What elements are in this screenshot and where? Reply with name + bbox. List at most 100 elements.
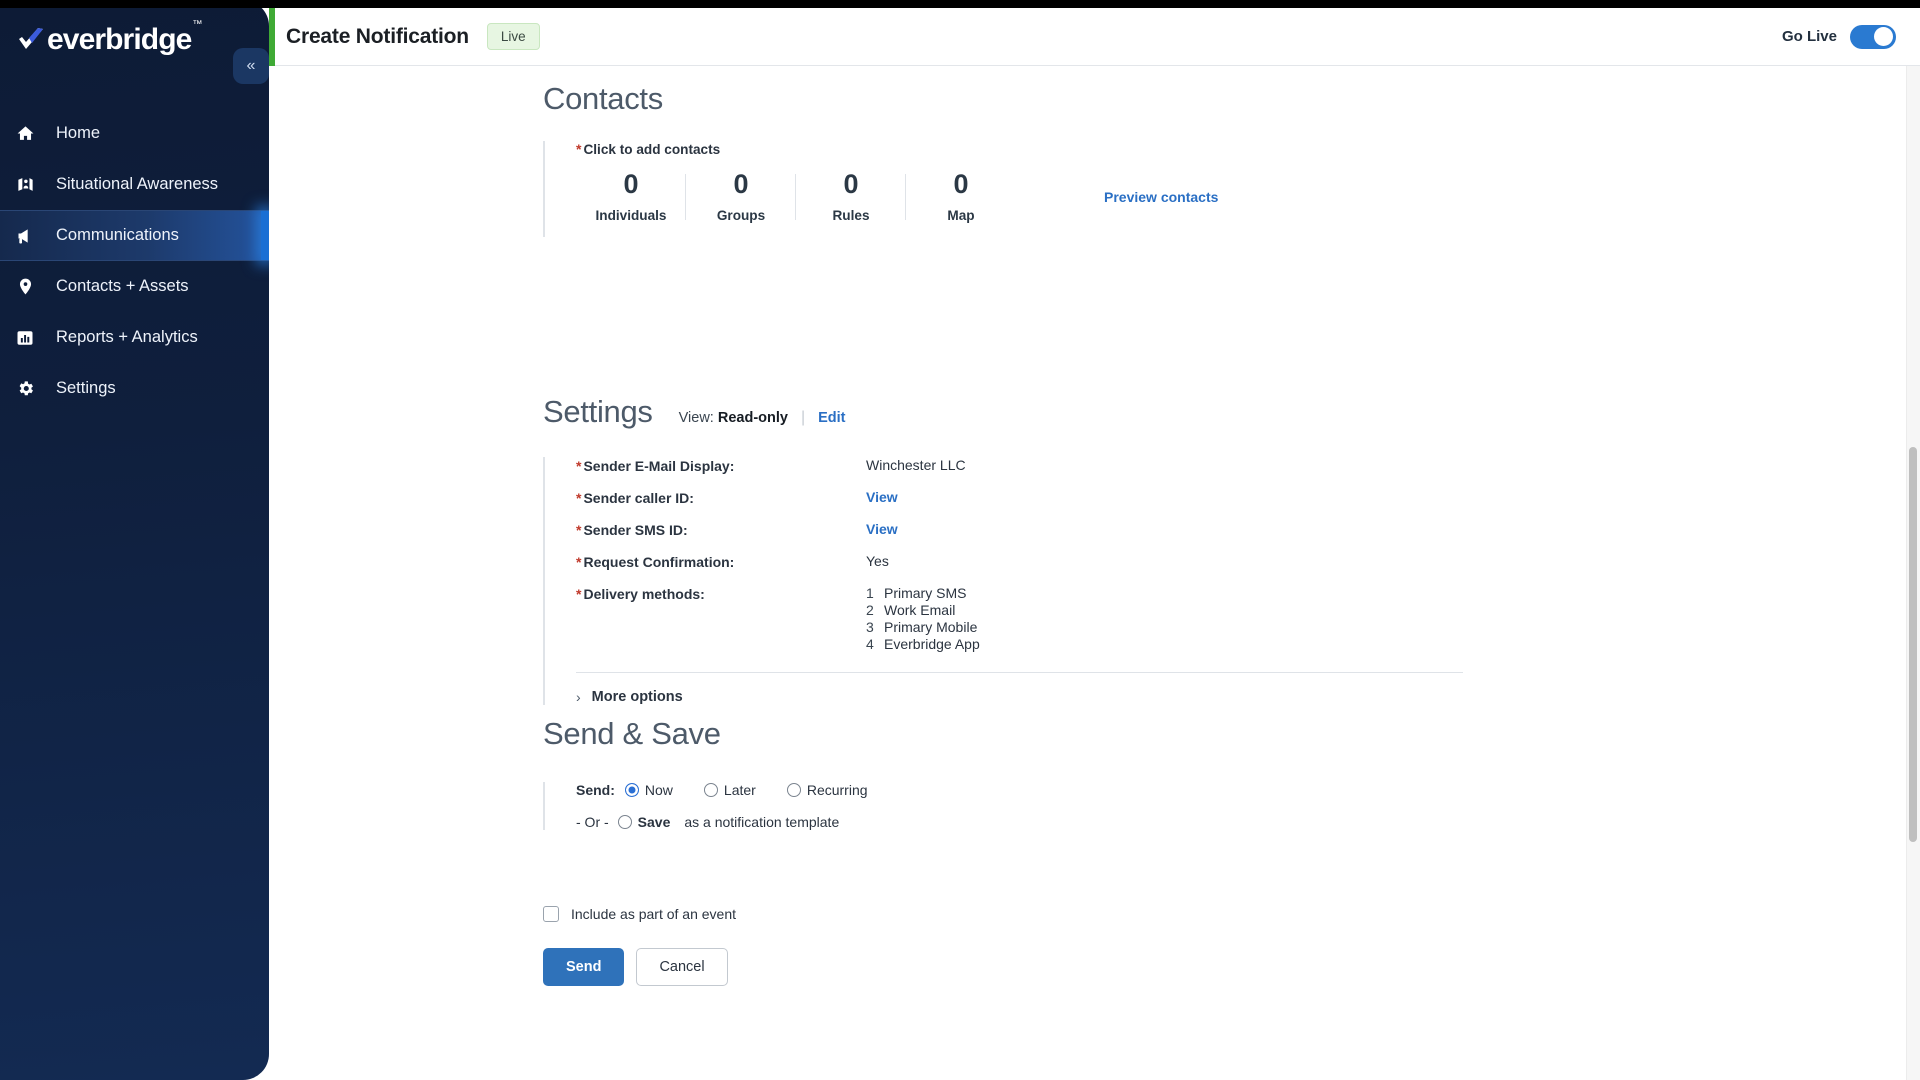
save-template-row: - Or - Save as a notification template xyxy=(576,814,1663,830)
include-event-checkbox[interactable] xyxy=(543,906,559,922)
required-asterisk: * xyxy=(576,141,582,157)
setting-value-view-link[interactable]: View xyxy=(866,521,898,537)
send-option-later[interactable]: Later xyxy=(703,782,756,798)
sidebar-nav: Home Situational Awareness Communication… xyxy=(0,108,269,414)
send-prefix-label: Send: xyxy=(576,782,615,798)
save-template-label: Save xyxy=(637,814,671,830)
setting-label: * Sender caller ID: xyxy=(576,489,866,506)
settings-header-row: Settings View: Read-only | Edit xyxy=(543,394,1663,430)
required-asterisk: * xyxy=(576,458,582,474)
header-right-controls: Go Live xyxy=(1781,24,1896,49)
gear-icon xyxy=(16,379,46,398)
setting-label-text: Sender SMS ID: xyxy=(583,522,688,538)
count-rules[interactable]: 0 Rules xyxy=(796,169,906,223)
sidebar-item-home[interactable]: Home xyxy=(0,108,269,159)
sidebar-item-settings[interactable]: Settings xyxy=(0,363,269,414)
sidebar-item-situational-awareness[interactable]: Situational Awareness xyxy=(0,159,269,210)
include-event-row[interactable]: Include as part of an event xyxy=(543,906,736,922)
view-prefix: View: xyxy=(678,410,714,426)
required-asterisk: * xyxy=(576,490,582,506)
count-individuals[interactable]: 0 Individuals xyxy=(576,169,686,223)
count-label: Map xyxy=(947,207,975,223)
sidebar-item-label: Communications xyxy=(56,226,179,244)
delivery-method-index: 4 xyxy=(866,636,874,652)
count-value: 0 xyxy=(843,169,859,199)
contacts-counts-row: 0 Individuals 0 Groups 0 Rules 0 Map Pre… xyxy=(576,169,1218,223)
count-map[interactable]: 0 Map xyxy=(906,169,1016,223)
radio-now[interactable] xyxy=(624,783,639,797)
setting-value-view-link[interactable]: View xyxy=(866,489,898,505)
delivery-method-item: 4 Everbridge App xyxy=(866,636,980,653)
setting-value: Yes xyxy=(866,553,889,569)
setting-row-request-confirmation: * Request Confirmation: Yes xyxy=(576,553,1663,570)
count-label: Groups xyxy=(716,207,766,223)
send-save-section-title: Send & Save xyxy=(543,716,721,751)
delivery-method-item: 3 Primary Mobile xyxy=(866,619,980,636)
count-label: Rules xyxy=(832,207,870,223)
page-title: Create Notification xyxy=(286,24,469,48)
radio-recurring[interactable] xyxy=(786,783,801,797)
delivery-method-index: 1 xyxy=(866,585,874,601)
cancel-button[interactable]: Cancel xyxy=(636,948,728,986)
or-separator-label: - Or - xyxy=(576,814,609,830)
delivery-method-item: 1 Primary SMS xyxy=(866,585,980,602)
sidebar-item-label: Reports + Analytics xyxy=(56,328,198,346)
home-icon xyxy=(16,124,46,143)
count-label: Individuals xyxy=(595,207,667,223)
contacts-panel: * Click to add contacts 0 Individuals 0 G… xyxy=(543,141,1218,237)
required-asterisk: * xyxy=(576,522,582,538)
sidebar-item-communications[interactable]: Communications xyxy=(0,210,269,261)
view-mode-label: View: Read-only xyxy=(679,410,788,426)
location-pin-icon xyxy=(16,277,46,296)
sidebar-collapse-button[interactable]: « xyxy=(233,48,269,84)
radio-save-template[interactable] xyxy=(617,815,632,829)
send-option-recurring[interactable]: Recurring xyxy=(786,782,868,798)
delivery-method-name: Everbridge App xyxy=(884,636,980,652)
contacts-section: Contacts * Click to add contacts 0 Indivi… xyxy=(543,81,1218,237)
count-value: 0 xyxy=(733,169,749,199)
everbridge-checkmark-icon xyxy=(16,27,46,53)
vertical-scrollbar-thumb[interactable] xyxy=(1909,447,1917,842)
toggle-knob xyxy=(1874,27,1893,46)
preview-contacts-link[interactable]: Preview contacts xyxy=(1104,189,1218,205)
required-asterisk: * xyxy=(576,554,582,570)
setting-label: * Request Confirmation: xyxy=(576,553,866,570)
setting-row-delivery-methods: * Delivery methods: 1 Primary SMS 2 Work … xyxy=(576,585,1663,653)
sidebar-item-label: Contacts + Assets xyxy=(56,277,189,295)
sidebar-item-contacts-assets[interactable]: Contacts + Assets xyxy=(0,261,269,312)
chevron-right-icon: › xyxy=(576,689,581,705)
settings-divider xyxy=(576,672,1463,673)
delivery-method-name: Work Email xyxy=(884,602,956,618)
send-save-section: Send & Save Send: Now Later Recurring - … xyxy=(543,716,1663,846)
sidebar-item-reports-analytics[interactable]: Reports + Analytics xyxy=(0,312,269,363)
send-option-label: Now xyxy=(644,782,673,798)
header-green-accent-bar xyxy=(269,8,275,66)
settings-section: Settings View: Read-only | Edit * Sender … xyxy=(543,394,1663,705)
header-separator: | xyxy=(800,409,806,426)
setting-label: * Sender SMS ID: xyxy=(576,521,866,538)
setting-label-text: Delivery methods: xyxy=(583,586,705,602)
send-save-panel: Send: Now Later Recurring - Or - Save as… xyxy=(543,782,1663,830)
count-groups[interactable]: 0 Groups xyxy=(686,169,796,223)
send-option-now[interactable]: Now xyxy=(624,782,673,798)
more-options-label: More options xyxy=(591,689,683,705)
send-option-label: Later xyxy=(723,782,756,798)
edit-settings-link[interactable]: Edit xyxy=(818,410,845,426)
save-template-suffix: as a notification template xyxy=(684,814,840,830)
brand-name: everbridge xyxy=(47,23,192,56)
brand-logo[interactable]: everbridge ™ xyxy=(16,18,202,62)
include-event-label: Include as part of an event xyxy=(571,906,736,922)
delivery-methods-list: 1 Primary SMS 2 Work Email 3 Primary Mob… xyxy=(866,585,980,653)
delivery-method-name: Primary SMS xyxy=(884,585,967,601)
delivery-method-item: 2 Work Email xyxy=(866,602,980,619)
setting-row-sender-caller-id: * Sender caller ID: View xyxy=(576,489,1663,506)
setting-label-text: Sender caller ID: xyxy=(583,490,694,506)
more-options-toggle[interactable]: › More options xyxy=(576,689,1663,705)
delivery-method-index: 3 xyxy=(866,619,874,635)
go-live-toggle[interactable] xyxy=(1850,24,1896,49)
map-person-icon xyxy=(16,175,46,194)
setting-row-sender-email-display: * Sender E-Mail Display: Winchester LLC xyxy=(576,457,1663,474)
radio-later[interactable] xyxy=(703,783,718,797)
go-live-label: Go Live xyxy=(1781,28,1837,45)
send-button[interactable]: Send xyxy=(543,948,625,986)
